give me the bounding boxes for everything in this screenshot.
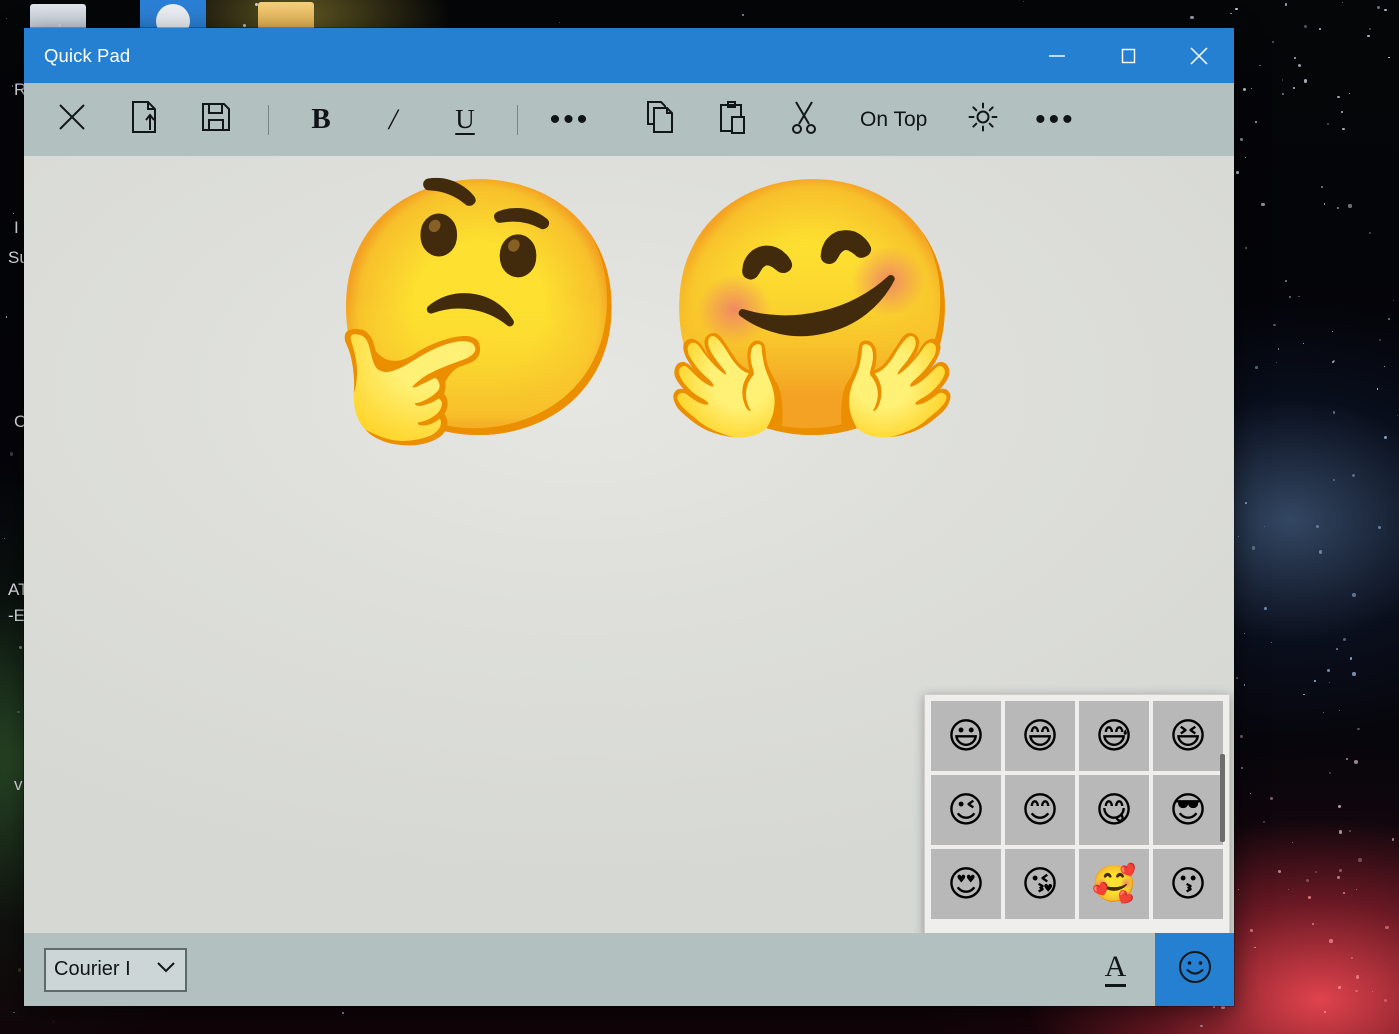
emoji-grinning-face-sweat[interactable]: 😅 xyxy=(1079,701,1149,771)
maximize-button[interactable] xyxy=(1092,28,1163,83)
title-bar[interactable]: Quick Pad xyxy=(24,28,1234,83)
overflow-menu-button[interactable]: ••• xyxy=(1019,92,1091,148)
on-top-label: On Top xyxy=(860,107,928,131)
emoji-smiling-face-heart-eyes[interactable]: 😍 xyxy=(931,849,1001,919)
bold-button[interactable]: B xyxy=(285,92,357,148)
copy-icon xyxy=(644,100,676,139)
close-document-button[interactable] xyxy=(36,92,108,148)
minimize-button[interactable] xyxy=(1021,28,1092,83)
close-button[interactable] xyxy=(1163,28,1234,83)
emoji-grinning-squinting-face[interactable]: 😆 xyxy=(1153,701,1223,771)
window-title: Quick Pad xyxy=(44,44,131,66)
toolbar-divider xyxy=(517,104,518,135)
scrollbar-thumb[interactable] xyxy=(1220,754,1225,842)
font-color-button[interactable]: A xyxy=(1076,933,1155,1006)
window-controls xyxy=(1021,28,1234,83)
document-up-arrow-icon xyxy=(128,100,160,139)
desktop-text-line: v xyxy=(14,775,23,794)
text-editor[interactable]: 🤔🤗 xyxy=(24,156,1234,444)
desktop-text-line: I xyxy=(14,218,19,237)
emoji-picker-panel[interactable]: 😃 😄 😅 😆 😉 😊 😋 😎 😍 😘 🥰 😗 xyxy=(924,694,1230,933)
chevron-down-icon xyxy=(155,960,177,979)
editor-area[interactable]: 🤔🤗 😃 😄 😅 😆 😉 😊 😋 😎 😍 😘 🥰 😗 xyxy=(24,156,1234,933)
paste-icon xyxy=(717,100,747,139)
emoji-kissing-face[interactable]: 😗 xyxy=(1153,849,1223,919)
ellipsis-icon: ••• xyxy=(1035,102,1076,136)
x-icon xyxy=(55,100,89,139)
scissors-icon xyxy=(789,100,819,139)
paste-button[interactable] xyxy=(696,92,768,148)
emoji-winking-face[interactable]: 😉 xyxy=(931,775,1001,845)
emoji-picker-toggle-button[interactable] xyxy=(1155,933,1234,1006)
cut-button[interactable] xyxy=(768,92,840,148)
smiley-face-icon xyxy=(1175,947,1215,992)
font-color-icon: A xyxy=(1104,952,1127,987)
font-family-dropdown[interactable]: Courier I xyxy=(44,947,187,992)
ellipsis-icon: ••• xyxy=(549,102,591,136)
italic-icon: / xyxy=(388,102,398,136)
settings-button[interactable] xyxy=(947,92,1019,148)
emoji-smiling-face-sunglasses[interactable]: 😎 xyxy=(1153,775,1223,845)
status-bar-actions: A xyxy=(1076,933,1234,1006)
quick-pad-window: Quick Pad B / U ••• On Top ••• 🤔🤗 😃 😄 😅 … xyxy=(24,28,1234,1006)
save-button[interactable] xyxy=(180,92,252,148)
status-bar: Courier I A xyxy=(24,933,1234,1006)
emoji-grinning-face-big-eyes[interactable]: 😃 xyxy=(931,701,1001,771)
gear-icon xyxy=(966,100,1000,139)
emoji-smiling-face-with-hearts[interactable]: 🥰 xyxy=(1079,849,1149,919)
toolbar-divider xyxy=(268,104,269,135)
floppy-disk-icon xyxy=(200,101,232,138)
font-family-value: Courier I xyxy=(54,958,131,980)
on-top-button[interactable]: On Top xyxy=(840,92,947,148)
formatting-toolbar: B / U ••• On Top ••• xyxy=(24,83,1234,156)
underline-icon: U xyxy=(455,104,475,134)
emoji-grid: 😃 😄 😅 😆 😉 😊 😋 😎 😍 😘 🥰 😗 xyxy=(931,701,1223,919)
more-formatting-button[interactable]: ••• xyxy=(534,92,606,148)
emoji-panel-scrollbar[interactable] xyxy=(1220,701,1225,933)
emoji-face-savoring-food[interactable]: 😋 xyxy=(1079,775,1149,845)
open-file-button[interactable] xyxy=(108,92,180,148)
emoji-face-blowing-kiss[interactable]: 😘 xyxy=(1005,849,1075,919)
emoji-smiling-face-smiling-eyes[interactable]: 😊 xyxy=(1005,775,1075,845)
underline-button[interactable]: U xyxy=(429,92,501,148)
copy-button[interactable] xyxy=(624,92,696,148)
italic-button[interactable]: / xyxy=(357,92,429,148)
bold-icon: B xyxy=(311,103,331,135)
emoji-grinning-face-smiling-eyes[interactable]: 😄 xyxy=(1005,701,1075,771)
